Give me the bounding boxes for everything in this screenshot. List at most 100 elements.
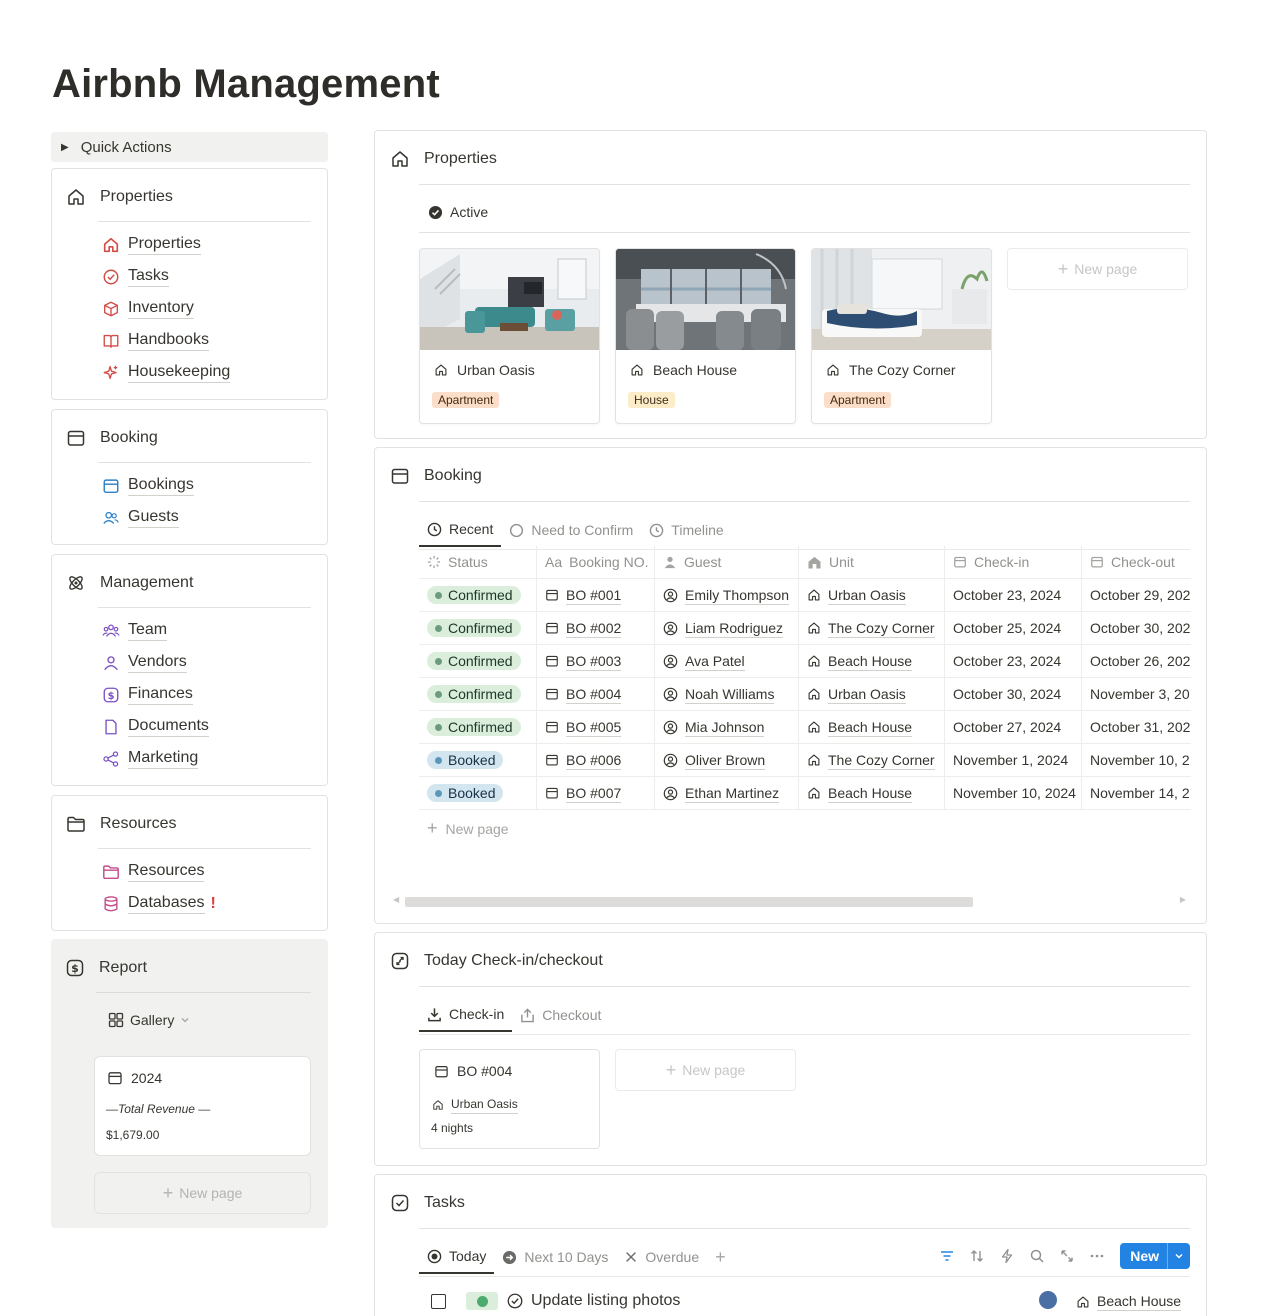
column-header-unit[interactable]: Unit bbox=[799, 546, 945, 578]
report-card-2024[interactable]: 2024 —Total Revenue — $1,679.00 bbox=[94, 1056, 311, 1156]
status-badge[interactable]: Confirmed bbox=[427, 685, 521, 703]
check-out-cell[interactable]: November 3, 20 bbox=[1082, 678, 1191, 710]
check-out-cell[interactable]: October 26, 202 bbox=[1082, 645, 1191, 677]
gallery-view-selector[interactable]: Gallery bbox=[108, 1012, 190, 1028]
table-row[interactable]: Confirmed BO #004 Noah Williams Urban Oasis… bbox=[419, 678, 1191, 711]
horizontal-scrollbar[interactable]: ◀ ▶ bbox=[393, 894, 1186, 908]
status-badge[interactable]: Booked bbox=[427, 784, 504, 802]
scroll-right-icon[interactable]: ▶ bbox=[1180, 895, 1186, 904]
status-cell[interactable]: Booked bbox=[419, 777, 537, 809]
guest-cell[interactable]: Emily Thompson bbox=[655, 579, 799, 611]
sidebar-item-bookings[interactable]: Bookings bbox=[102, 475, 194, 496]
check-in-cell[interactable]: November 10, 2024 bbox=[945, 777, 1082, 809]
tab-need-to-confirm[interactable]: Need to Confirm bbox=[501, 513, 641, 547]
property-card-the-cozy-corner[interactable]: The Cozy Corner Apartment bbox=[811, 248, 992, 424]
tab-recent[interactable]: Recent bbox=[419, 513, 502, 547]
unit-cell[interactable]: The Cozy Corner bbox=[799, 612, 945, 644]
status-badge[interactable]: Confirmed bbox=[427, 586, 521, 604]
sidebar-item-handbooks[interactable]: Handbooks bbox=[102, 330, 209, 351]
booking-no-cell[interactable]: BO #006 bbox=[537, 744, 655, 776]
properties-new-page-button[interactable]: + New page bbox=[1007, 248, 1188, 290]
sidebar-item-resources[interactable]: Resources bbox=[102, 861, 205, 882]
table-row[interactable]: Confirmed BO #001 Emily Thompson Urban Oasi… bbox=[419, 579, 1191, 612]
active-view-tab[interactable]: Active bbox=[428, 204, 488, 220]
status-cell[interactable]: Confirmed bbox=[419, 579, 537, 611]
check-out-cell[interactable]: October 29, 202 bbox=[1082, 579, 1191, 611]
task-unit[interactable]: Beach House bbox=[1097, 1292, 1182, 1311]
status-cell[interactable]: Booked bbox=[419, 744, 537, 776]
booking-no-cell[interactable]: BO #001 bbox=[537, 579, 655, 611]
guest-cell[interactable]: Mia Johnson bbox=[655, 711, 799, 743]
status-cell[interactable]: Confirmed bbox=[419, 612, 537, 644]
unit-cell[interactable]: Urban Oasis bbox=[799, 678, 945, 710]
check-in-cell[interactable]: November 1, 2024 bbox=[945, 744, 1082, 776]
checkin-unit[interactable]: Urban Oasis bbox=[451, 1095, 518, 1114]
status-badge[interactable]: Confirmed bbox=[427, 619, 521, 637]
sidebar-item-finances[interactable]: $ Finances bbox=[102, 684, 193, 705]
report-new-page-button[interactable]: + New page bbox=[94, 1172, 311, 1214]
check-in-cell[interactable]: October 30, 2024 bbox=[945, 678, 1082, 710]
booking-no-cell[interactable]: BO #007 bbox=[537, 777, 655, 809]
guest-cell[interactable]: Oliver Brown bbox=[655, 744, 799, 776]
unit-cell[interactable]: Beach House bbox=[799, 711, 945, 743]
quick-actions-toggle[interactable]: ▶ Quick Actions bbox=[51, 132, 328, 162]
booking-no-cell[interactable]: BO #004 bbox=[537, 678, 655, 710]
table-row[interactable]: Confirmed BO #002 Liam Rodriguez The Cozy C… bbox=[419, 612, 1191, 645]
chevron-down-icon[interactable] bbox=[1167, 1243, 1190, 1269]
add-view-button[interactable]: + bbox=[707, 1240, 734, 1274]
property-card-urban-oasis[interactable]: Urban Oasis Apartment bbox=[419, 248, 600, 424]
task-row[interactable]: Update listing photos Beach House bbox=[431, 1287, 1191, 1315]
booking-no-cell[interactable]: BO #002 bbox=[537, 612, 655, 644]
more-icon[interactable] bbox=[1082, 1248, 1112, 1264]
table-row[interactable]: Confirmed BO #005 Mia Johnson Beach House Oc… bbox=[419, 711, 1191, 744]
booking-new-page-button[interactable]: + New page bbox=[427, 818, 509, 839]
expand-icon[interactable] bbox=[1052, 1248, 1082, 1264]
status-cell[interactable]: Confirmed bbox=[419, 645, 537, 677]
sidebar-item-documents[interactable]: Documents bbox=[102, 716, 209, 737]
unit-cell[interactable]: Urban Oasis bbox=[799, 579, 945, 611]
lightning-icon[interactable] bbox=[992, 1248, 1022, 1264]
unit-cell[interactable]: The Cozy Corner bbox=[799, 744, 945, 776]
unit-cell[interactable]: Beach House bbox=[799, 777, 945, 809]
check-out-cell[interactable]: October 30, 202 bbox=[1082, 612, 1191, 644]
new-task-button[interactable]: New bbox=[1120, 1243, 1190, 1269]
column-header-guest[interactable]: Guest bbox=[655, 546, 799, 578]
sidebar-item-guests[interactable]: Guests bbox=[102, 507, 179, 528]
check-out-cell[interactable]: November 14, 2 bbox=[1082, 777, 1191, 809]
column-header-booking-no[interactable]: Aa Booking NO. bbox=[537, 546, 655, 578]
search-icon[interactable] bbox=[1022, 1248, 1052, 1264]
task-status-indicator[interactable] bbox=[466, 1292, 498, 1310]
unit-cell[interactable]: Beach House bbox=[799, 645, 945, 677]
tab-timeline[interactable]: Timeline bbox=[641, 513, 731, 547]
check-in-cell[interactable]: October 27, 2024 bbox=[945, 711, 1082, 743]
sidebar-item-marketing[interactable]: Marketing bbox=[102, 748, 199, 769]
scroll-left-icon[interactable]: ◀ bbox=[393, 895, 399, 904]
check-in-cell[interactable]: October 25, 2024 bbox=[945, 612, 1082, 644]
sidebar-item-housekeeping[interactable]: Housekeeping bbox=[102, 362, 231, 383]
tab-next-10-days[interactable]: Next 10 Days bbox=[494, 1240, 616, 1274]
column-header-status[interactable]: Status bbox=[419, 546, 537, 578]
status-badge[interactable]: Confirmed bbox=[427, 652, 521, 670]
tab-overdue[interactable]: Overdue bbox=[616, 1240, 707, 1274]
sidebar-item-inventory[interactable]: Inventory bbox=[102, 298, 194, 319]
column-header-check-out[interactable]: Check-out bbox=[1082, 546, 1191, 578]
sidebar-item-vendors[interactable]: Vendors bbox=[102, 652, 187, 673]
check-in-cell[interactable]: October 23, 2024 bbox=[945, 645, 1082, 677]
table-row[interactable]: Booked BO #007 Ethan Martinez Beach House No… bbox=[419, 777, 1191, 810]
sidebar-item-team[interactable]: Team bbox=[102, 620, 168, 641]
sidebar-item-databases[interactable]: Databases ! bbox=[102, 893, 216, 914]
avatar[interactable] bbox=[1039, 1291, 1057, 1309]
checkin-card-bo-004[interactable]: BO #004 Urban Oasis 4 nights bbox=[419, 1049, 600, 1149]
tab-check-in[interactable]: Check-in bbox=[419, 998, 513, 1032]
status-cell[interactable]: Confirmed bbox=[419, 711, 537, 743]
status-cell[interactable]: Confirmed bbox=[419, 678, 537, 710]
guest-cell[interactable]: Liam Rodriguez bbox=[655, 612, 799, 644]
today-new-page-button[interactable]: + New page bbox=[615, 1049, 796, 1091]
status-badge[interactable]: Booked bbox=[427, 751, 504, 769]
filter-icon[interactable] bbox=[932, 1248, 962, 1264]
sort-icon[interactable] bbox=[962, 1248, 992, 1264]
scrollbar-thumb[interactable] bbox=[405, 897, 973, 907]
property-card-beach-house[interactable]: Beach House House bbox=[615, 248, 796, 424]
column-header-check-in[interactable]: Check-in bbox=[945, 546, 1082, 578]
table-row[interactable]: Confirmed BO #003 Ava Patel Beach House Octo… bbox=[419, 645, 1191, 678]
